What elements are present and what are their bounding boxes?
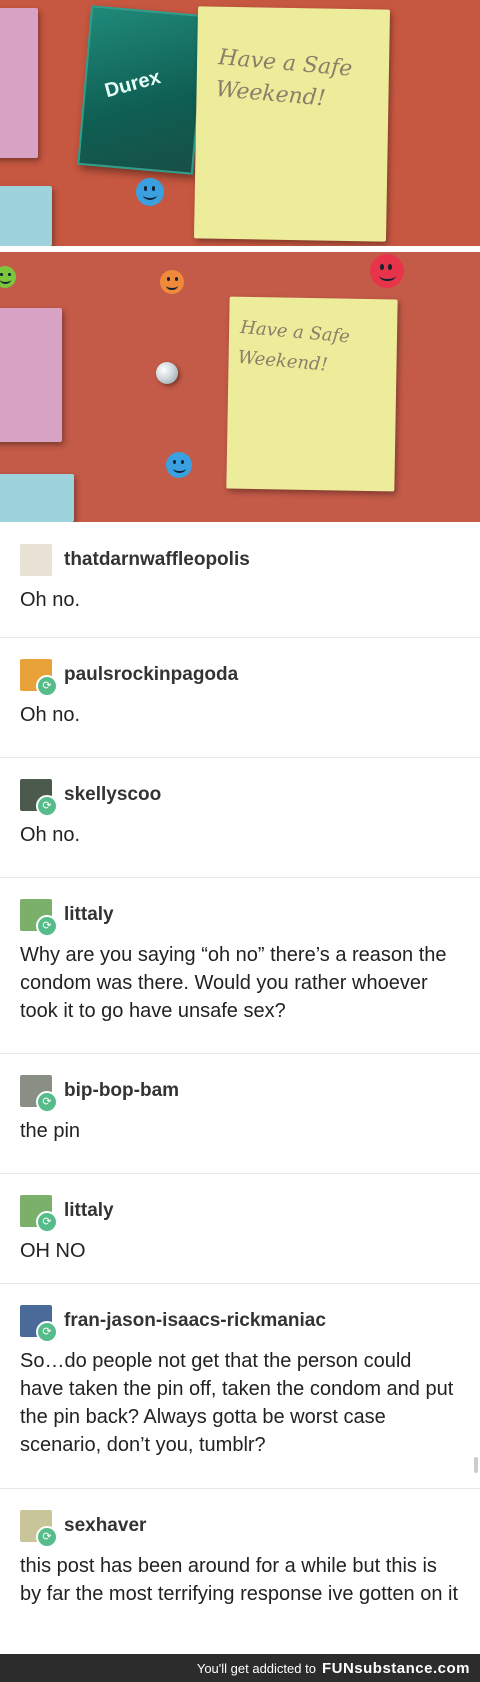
photo-condom-pinned: Durex Have a Safe Weekend! <box>0 0 480 246</box>
blue-note <box>0 474 74 522</box>
smiley-sticker-icon <box>166 452 192 478</box>
avatar[interactable]: ⟳ <box>20 1510 58 1548</box>
reply-text: OH NO <box>20 1240 86 1262</box>
reply-header: ⟳ skellyscoo <box>20 779 161 817</box>
reblog-icon: ⟳ <box>36 795 58 817</box>
avatar[interactable]: ⟳ <box>20 1305 58 1343</box>
reply-item: ⟳ fran-jason-isaacs-rickmaniac So…do peo… <box>0 1283 480 1489</box>
avatar[interactable] <box>20 544 52 576</box>
reply-header: thatdarnwaffleopolis <box>20 544 250 576</box>
avatar[interactable]: ⟳ <box>20 659 58 697</box>
reply-header: ⟳ paulsrockinpagoda <box>20 659 238 697</box>
reply-text: Oh no. <box>20 704 81 726</box>
site-footer: You'll get addicted to FUNsubstance.com <box>0 1654 480 1682</box>
smiley-sticker-icon <box>370 254 404 288</box>
reply-header: ⟳ fran-jason-isaacs-rickmaniac <box>20 1305 326 1343</box>
footer-brand[interactable]: FUNsubstance.com <box>322 1660 470 1677</box>
sticky-note-text: Have a Safe Weekend! <box>214 45 354 112</box>
reply-header: ⟳ sexhaver <box>20 1510 146 1548</box>
photo-condom-missing: Have a Safe Weekend! <box>0 252 480 522</box>
username[interactable]: thatdarnwaffleopolis <box>64 549 250 571</box>
reblog-icon: ⟳ <box>36 1321 58 1343</box>
condom-brand: Durex <box>102 66 163 103</box>
username[interactable]: fran-jason-isaacs-rickmaniac <box>64 1310 326 1332</box>
reply-item: ⟳ bip-bop-bam the pin <box>0 1053 480 1174</box>
push-pin-icon <box>156 362 178 384</box>
reply-text: this post has been around for a while bu… <box>20 1555 458 1605</box>
reply-item: ⟳ skellyscoo Oh no. <box>0 757 480 878</box>
reblog-icon: ⟳ <box>36 915 58 937</box>
reply-text: Oh no. <box>20 589 81 611</box>
sticky-note-text: Have a Safe Weekend! <box>236 316 351 376</box>
reply-text: So…do people not get that the person cou… <box>20 1350 454 1456</box>
smiley-sticker-icon <box>0 266 16 288</box>
reblog-icon: ⟳ <box>36 675 58 697</box>
reply-item: ⟳ littaly Why are you saying “oh no” the… <box>0 877 480 1054</box>
pink-note <box>0 308 62 442</box>
reply-item: ⟳ littaly OH NO <box>0 1173 480 1284</box>
reblog-icon: ⟳ <box>36 1091 58 1113</box>
blue-note <box>0 186 52 246</box>
reply-text: the pin <box>20 1120 81 1142</box>
avatar[interactable]: ⟳ <box>20 1075 58 1113</box>
username[interactable]: paulsrockinpagoda <box>64 664 238 686</box>
reply-header: ⟳ bip-bop-bam <box>20 1075 179 1113</box>
reblog-icon: ⟳ <box>36 1526 58 1548</box>
avatar[interactable]: ⟳ <box>20 779 58 817</box>
smiley-sticker-icon <box>136 178 164 206</box>
reply-text: Oh no. <box>20 824 81 846</box>
scrollbar-thumb[interactable] <box>474 1457 478 1473</box>
sticky-note: Have a Safe Weekend! <box>193 6 391 242</box>
username[interactable]: sexhaver <box>64 1515 146 1537</box>
reply-item: ⟳ sexhaver this post has been around for… <box>0 1488 480 1654</box>
smiley-sticker-icon <box>160 270 184 294</box>
reblog-icon: ⟳ <box>36 1211 58 1233</box>
reply-text: Why are you saying “oh no” there’s a rea… <box>20 944 447 1022</box>
avatar[interactable]: ⟳ <box>20 899 58 937</box>
footer-tagline: You'll get addicted to <box>196 1660 316 1676</box>
condom-packet: Durex <box>77 5 207 175</box>
username[interactable]: littaly <box>64 1200 114 1222</box>
reply-item: thatdarnwaffleopolis Oh no. <box>0 522 480 638</box>
reply-item: ⟳ paulsrockinpagoda Oh no. <box>0 637 480 758</box>
username[interactable]: bip-bop-bam <box>64 1080 179 1102</box>
username[interactable]: skellyscoo <box>64 784 161 806</box>
reply-header: ⟳ littaly <box>20 899 114 937</box>
reply-header: ⟳ littaly <box>20 1195 114 1233</box>
pink-note <box>0 8 38 158</box>
avatar[interactable]: ⟳ <box>20 1195 58 1233</box>
sticky-note: Have a Safe Weekend! <box>226 296 398 492</box>
username[interactable]: littaly <box>64 904 114 926</box>
